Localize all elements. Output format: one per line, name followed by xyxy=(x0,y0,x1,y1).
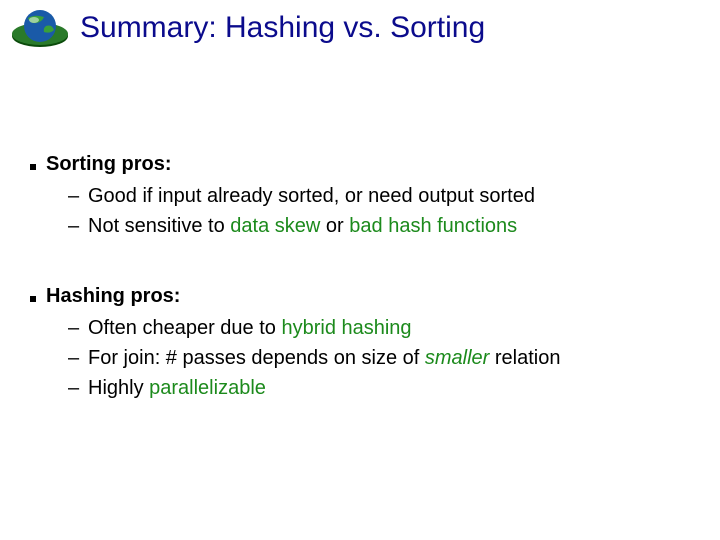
section-sorting: Sorting pros: – Good if input already so… xyxy=(30,150,700,240)
slide: Summary: Hashing vs. Sorting Sorting pro… xyxy=(0,0,720,540)
earth-icon xyxy=(10,8,70,48)
highlight-text: data skew xyxy=(230,215,320,237)
item-text: Highly parallelizable xyxy=(88,374,266,402)
item-text: For join: # passes depends on size of sm… xyxy=(88,344,560,372)
dash-icon: – xyxy=(68,344,80,372)
list-item: – Good if input already sorted, or need … xyxy=(68,182,700,210)
section-heading: Hashing pros: xyxy=(46,282,180,310)
list-item: – For join: # passes depends on size of … xyxy=(68,344,700,372)
item-text: Often cheaper due to hybrid hashing xyxy=(88,314,412,342)
bullet-row: Hashing pros: xyxy=(30,282,700,310)
dash-icon: – xyxy=(68,314,80,342)
slide-title: Summary: Hashing vs. Sorting xyxy=(80,11,485,45)
list-item: – Not sensitive to data skew or bad hash… xyxy=(68,212,700,240)
dash-icon: – xyxy=(68,374,80,402)
bullet-row: Sorting pros: xyxy=(30,150,700,178)
highlight-text: hybrid hashing xyxy=(281,317,411,339)
list-item: – Highly parallelizable xyxy=(68,374,700,402)
bullet-icon xyxy=(30,164,36,170)
highlight-text: parallelizable xyxy=(149,377,266,399)
item-text: Good if input already sorted, or need ou… xyxy=(88,182,535,210)
highlight-text: smaller xyxy=(425,347,489,369)
item-text: Not sensitive to data skew or bad hash f… xyxy=(88,212,517,240)
dash-icon: – xyxy=(68,212,80,240)
list-item: – Often cheaper due to hybrid hashing xyxy=(68,314,700,342)
slide-header: Summary: Hashing vs. Sorting xyxy=(10,8,485,48)
section-heading: Sorting pros: xyxy=(46,150,172,178)
bullet-icon xyxy=(30,296,36,302)
slide-content: Sorting pros: – Good if input already so… xyxy=(30,150,700,444)
highlight-text: bad hash functions xyxy=(349,215,517,237)
section-hashing: Hashing pros: – Often cheaper due to hyb… xyxy=(30,282,700,402)
dash-icon: – xyxy=(68,182,80,210)
